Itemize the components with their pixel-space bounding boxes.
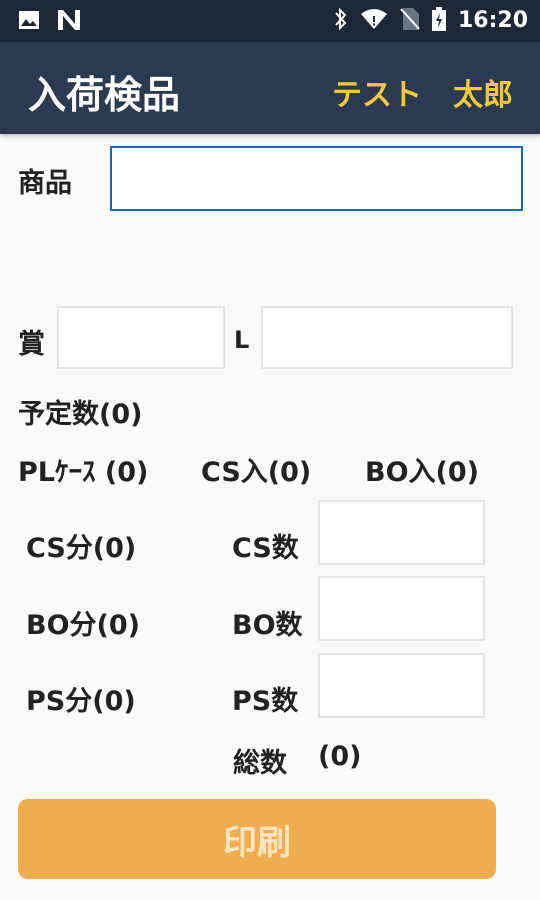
lot-label: L xyxy=(234,326,250,354)
ps-part-count: PS分(0) xyxy=(26,686,136,717)
planned-quantity: 予定数(0) xyxy=(18,399,143,430)
user-first-name: テスト xyxy=(332,78,422,113)
total-value: (0) xyxy=(318,741,362,772)
expiry-label: 賞 xyxy=(18,329,45,360)
image-icon xyxy=(18,10,40,34)
notification-n-icon xyxy=(56,9,82,35)
status-bar: 16:20 xyxy=(0,0,540,42)
page-title: 入荷検品 xyxy=(28,73,181,117)
wifi-icon xyxy=(360,8,388,34)
app-bar: 入荷検品 テスト 太郎 xyxy=(0,42,540,134)
bo-qty-input[interactable] xyxy=(318,576,485,641)
clock: 16:20 xyxy=(457,8,528,33)
cs-qty-input[interactable] xyxy=(318,500,485,565)
expiry-input[interactable] xyxy=(57,306,225,369)
ps-qty-input[interactable] xyxy=(318,653,485,718)
product-label: 商品 xyxy=(18,168,72,199)
cs-part-count: CS分(0) xyxy=(26,533,137,564)
pl-case-count: PLｹｰｽ (0) xyxy=(18,457,149,488)
total-label: 総数 xyxy=(233,748,287,779)
cs-qty-label: CS数 xyxy=(232,533,299,564)
lot-input[interactable] xyxy=(261,306,513,369)
battery-icon xyxy=(431,7,446,35)
ps-qty-label: PS数 xyxy=(232,686,299,717)
print-button[interactable]: 印刷 xyxy=(18,799,496,879)
bluetooth-icon xyxy=(334,7,348,35)
bo-qty-label: BO数 xyxy=(232,610,303,641)
bo-part-count: BO分(0) xyxy=(26,610,140,641)
cs-in-count: CS入(0) xyxy=(201,457,312,488)
bo-in-count: BO入(0) xyxy=(365,457,479,488)
no-sim-icon xyxy=(400,7,420,35)
product-input[interactable] xyxy=(110,146,523,211)
user-last-name: 太郎 xyxy=(453,78,513,113)
